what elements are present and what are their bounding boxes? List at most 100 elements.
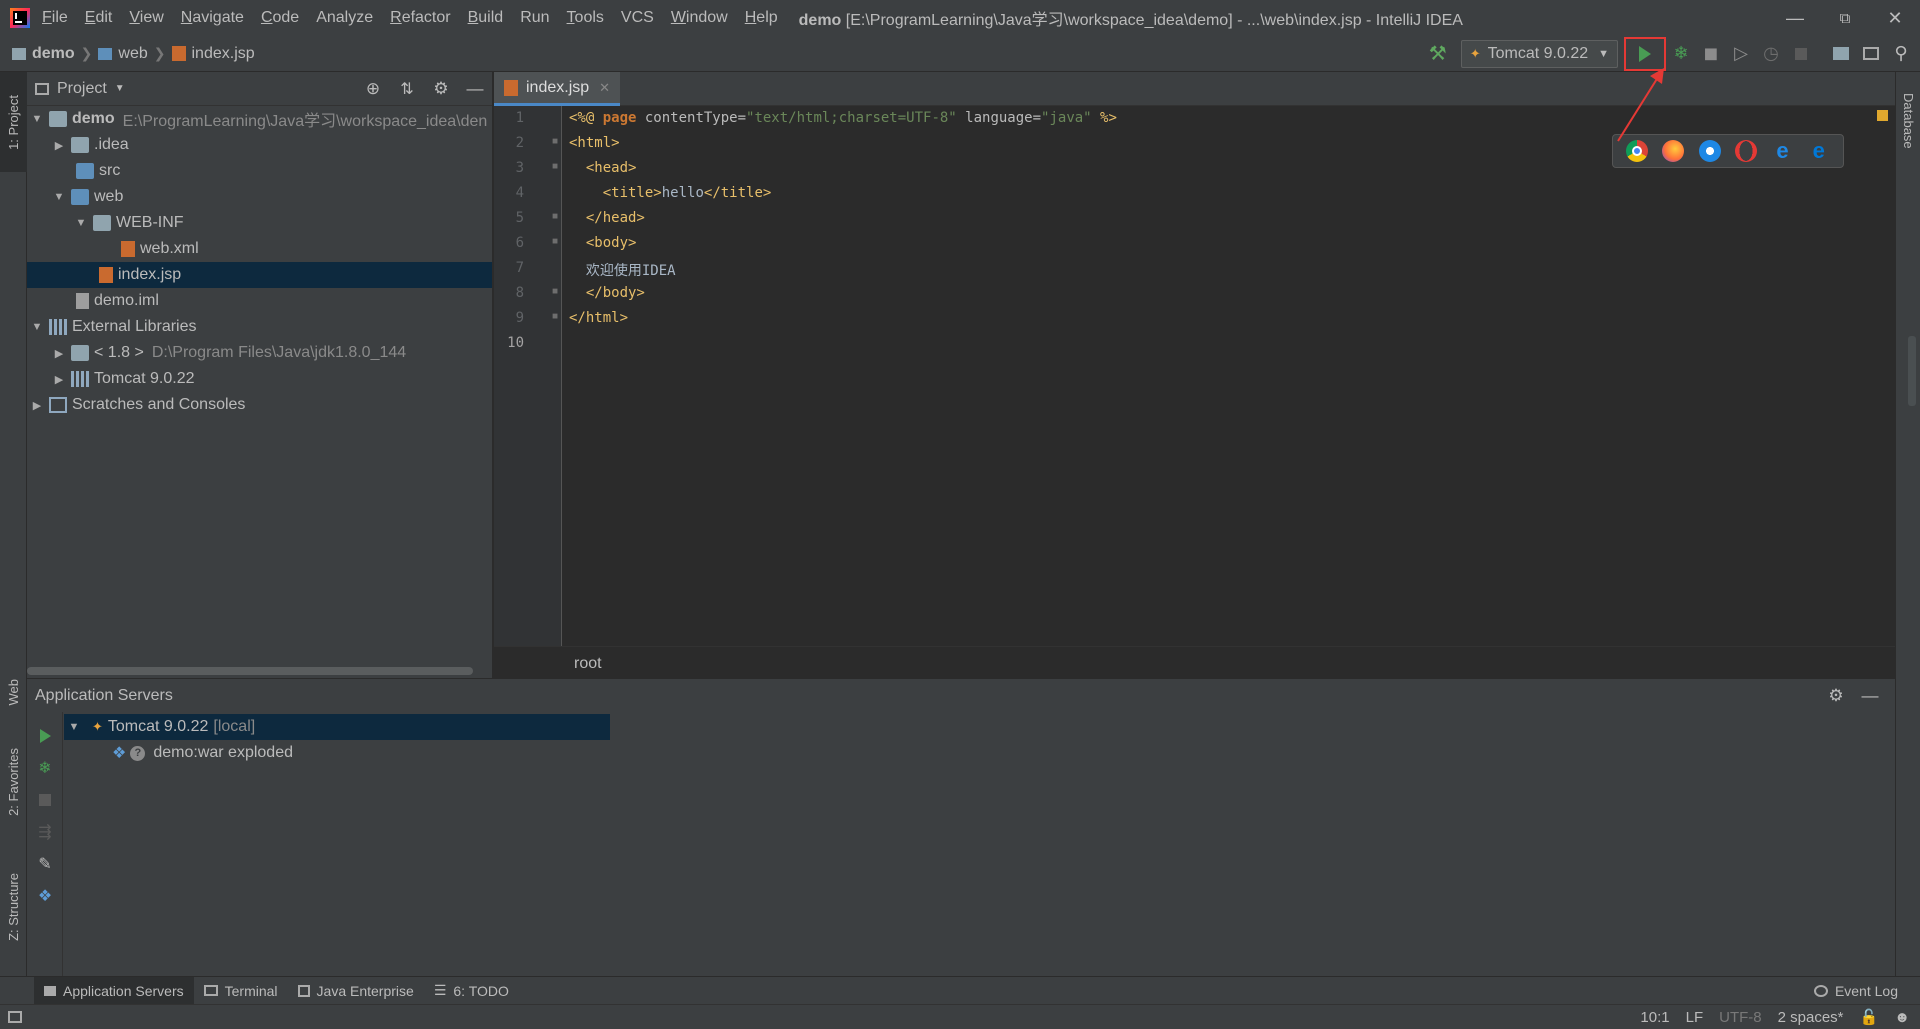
- hide-panel-icon[interactable]: —: [1853, 686, 1887, 706]
- menu-analyze[interactable]: Analyze: [316, 9, 373, 27]
- menu-edit[interactable]: Edit: [85, 9, 113, 27]
- tab-todo[interactable]: ☰ 6: TODO: [424, 977, 519, 1005]
- stop-button[interactable]: [1786, 39, 1816, 69]
- artifacts-button[interactable]: ❖: [35, 886, 55, 906]
- search-everywhere-button[interactable]: ⚲: [1886, 39, 1916, 69]
- scrollbar-thumb[interactable]: [27, 667, 473, 675]
- locate-icon[interactable]: ⊕: [356, 79, 390, 99]
- profile-button[interactable]: ▷: [1726, 39, 1756, 69]
- tree-item-src[interactable]: src: [27, 158, 492, 184]
- expanded-arrow-icon[interactable]: ▼: [73, 217, 89, 229]
- menu-window[interactable]: Window: [671, 9, 728, 27]
- close-icon[interactable]: ✕: [1870, 8, 1920, 29]
- crumb-file[interactable]: index.jsp: [192, 45, 255, 63]
- fold-marker-icon[interactable]: ■: [552, 211, 558, 222]
- menu-file[interactable]: File: [42, 9, 68, 27]
- run-config-select[interactable]: ✦ Tomcat 9.0.22 ▼: [1460, 39, 1618, 68]
- menu-refactor[interactable]: Refactor: [390, 9, 450, 27]
- tab-java-enterprise[interactable]: Java Enterprise: [288, 977, 424, 1005]
- editor-breadcrumb-root[interactable]: root: [574, 655, 602, 673]
- project-view-select[interactable]: Project: [57, 80, 107, 98]
- tab-structure-tool[interactable]: Z: Structure: [0, 857, 27, 957]
- menu-view[interactable]: View: [129, 9, 163, 27]
- run-server-button[interactable]: [35, 726, 55, 746]
- tree-item-webinf[interactable]: ▼ WEB-INF: [27, 210, 492, 236]
- menu-navigate[interactable]: Navigate: [181, 9, 244, 27]
- analysis-warning-icon[interactable]: [1877, 110, 1888, 121]
- gear-icon[interactable]: ⚙: [1819, 686, 1853, 706]
- hide-panel-icon[interactable]: —: [458, 79, 492, 99]
- line-separator[interactable]: LF: [1686, 1009, 1704, 1026]
- tree-item-demo[interactable]: ▼ demo E:\ProgramLearning\Java学习\workspa…: [27, 106, 492, 132]
- caret-position[interactable]: 10:1: [1640, 1009, 1669, 1026]
- fold-marker-icon[interactable]: ■: [552, 286, 558, 297]
- tab-favorites-tool[interactable]: 2: Favorites: [0, 732, 27, 832]
- menu-run[interactable]: Run: [520, 9, 549, 27]
- tab-project-tool[interactable]: 1: Project: [0, 72, 27, 172]
- fold-marker-icon[interactable]: ■: [552, 311, 558, 322]
- crumb-project[interactable]: demo: [32, 45, 75, 63]
- menu-help[interactable]: Help: [745, 9, 778, 27]
- lock-icon[interactable]: 🔓: [1860, 1008, 1879, 1026]
- project-structure-button[interactable]: [1826, 39, 1856, 69]
- coverage-button[interactable]: ◼: [1696, 39, 1726, 69]
- debug-button[interactable]: ❄: [1666, 39, 1696, 69]
- tree-item-webxml[interactable]: web.xml: [27, 236, 492, 262]
- menu-vcs[interactable]: VCS: [621, 9, 654, 27]
- editor-scrollbar-icon[interactable]: [1908, 336, 1916, 406]
- expanded-arrow-icon[interactable]: ▼: [51, 191, 67, 203]
- debug-server-button[interactable]: ❄: [35, 758, 55, 778]
- gear-icon[interactable]: ⚙: [424, 79, 458, 99]
- tab-application-servers[interactable]: Application Servers: [34, 976, 194, 1005]
- tab-index-jsp[interactable]: index.jsp ✕: [494, 72, 620, 106]
- tree-item-idea[interactable]: ▶ .idea: [27, 132, 492, 158]
- close-tab-icon[interactable]: ✕: [599, 80, 610, 96]
- collapse-all-icon[interactable]: ⇅: [390, 79, 424, 99]
- attach-button[interactable]: ◷: [1756, 39, 1786, 69]
- menu-tools[interactable]: Tools: [567, 9, 604, 27]
- tree-item-web[interactable]: ▼ web: [27, 184, 492, 210]
- fold-marker-icon[interactable]: ■: [552, 236, 558, 247]
- fold-marker-icon[interactable]: ■: [552, 161, 558, 172]
- tab-event-log[interactable]: Event Log: [1804, 977, 1908, 1005]
- collapsed-arrow-icon[interactable]: ▶: [51, 347, 67, 360]
- expanded-arrow-icon[interactable]: ▼: [66, 721, 82, 733]
- tree-item-tomcat-lib[interactable]: ▶ Tomcat 9.0.22: [27, 366, 492, 392]
- collapsed-arrow-icon[interactable]: ▶: [29, 399, 45, 412]
- edge-icon[interactable]: e: [1808, 138, 1830, 163]
- project-horizontal-scrollbar[interactable]: [27, 664, 492, 678]
- build-hammer-icon[interactable]: ⚒: [1423, 39, 1453, 69]
- restore-icon[interactable]: ⧉: [1820, 10, 1870, 27]
- inspector-icon[interactable]: ☻: [1894, 1009, 1910, 1026]
- tree-item-indexjsp[interactable]: index.jsp: [27, 262, 492, 288]
- tree-item-demoiml[interactable]: demo.iml: [27, 288, 492, 314]
- menu-code[interactable]: Code: [261, 9, 299, 27]
- expanded-arrow-icon[interactable]: ▼: [29, 113, 45, 125]
- code-editor[interactable]: <%@ page contentType="text/html;charset=…: [563, 106, 1895, 646]
- tree-item-artifact[interactable]: ❖ ? demo:war exploded: [64, 740, 610, 766]
- opera-icon[interactable]: [1735, 140, 1758, 162]
- toggle-tool-windows-icon[interactable]: [8, 1011, 22, 1023]
- collapsed-arrow-icon[interactable]: ▶: [51, 139, 67, 152]
- collapsed-arrow-icon[interactable]: ▶: [51, 373, 67, 386]
- chevron-down-icon[interactable]: ▼: [115, 83, 125, 94]
- run-anything-button[interactable]: [1856, 39, 1886, 69]
- tree-item-scratches[interactable]: ▶ Scratches and Consoles: [27, 392, 492, 418]
- menu-build[interactable]: Build: [468, 9, 504, 27]
- tree-item-jdk[interactable]: ▶ < 1.8 > D:\Program Files\Java\jdk1.8.0…: [27, 340, 492, 366]
- minimize-icon[interactable]: —: [1770, 8, 1820, 29]
- edit-config-button[interactable]: ✎: [35, 854, 55, 874]
- deploy-button[interactable]: ⇶: [35, 822, 55, 842]
- tab-terminal[interactable]: Terminal: [194, 977, 288, 1005]
- expanded-arrow-icon[interactable]: ▼: [29, 321, 45, 333]
- tree-item-tomcat-server[interactable]: ▼ ✦ Tomcat 9.0.22 [local]: [64, 714, 610, 740]
- safari-icon[interactable]: [1698, 140, 1721, 162]
- file-encoding[interactable]: UTF-8: [1719, 1009, 1762, 1026]
- tab-web-tool[interactable]: Web: [0, 662, 27, 722]
- ie-icon[interactable]: e: [1771, 138, 1793, 163]
- indent-setting[interactable]: 2 spaces*: [1778, 1009, 1844, 1026]
- tab-database-tool[interactable]: Database: [1896, 76, 1920, 166]
- fold-marker-icon[interactable]: ■: [552, 136, 558, 147]
- stop-server-button[interactable]: [35, 790, 55, 810]
- crumb-web[interactable]: web: [118, 45, 147, 63]
